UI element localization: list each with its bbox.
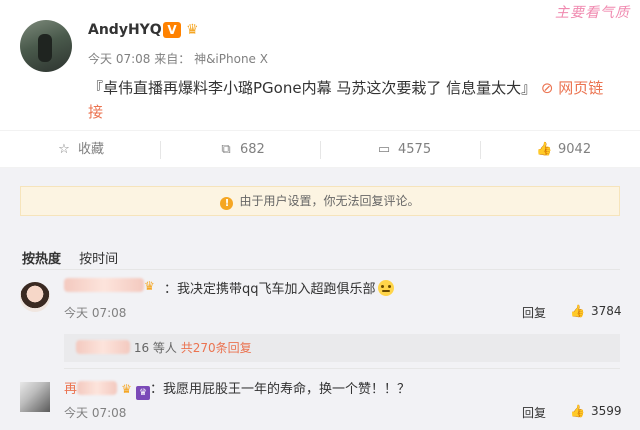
comment-like-count: 3784 — [590, 304, 622, 318]
divider — [64, 368, 620, 369]
commenter-name[interactable]: 再 ♛ ♛ — [64, 378, 151, 400]
notice-text: 由于用户设置，你无法回复评论。 — [239, 194, 420, 208]
repost-count: 682 — [240, 142, 265, 157]
reply-button[interactable]: 回复 — [522, 304, 546, 321]
crown-icon: ♛ — [186, 22, 199, 38]
commenter-avatar[interactable] — [20, 282, 50, 312]
reply-notice: ! 由于用户设置，你无法回复评论。 — [20, 186, 620, 216]
crown-icon: ♛ — [121, 382, 132, 396]
divider — [20, 269, 620, 270]
blurred-name — [64, 278, 144, 292]
commenter-name-prefix: 再 — [64, 382, 78, 397]
comment-text: ：我决定携带qq飞车加入超跑俱乐部 — [164, 278, 394, 297]
collect-button[interactable]: ☆ 收藏 — [56, 131, 104, 169]
post-actions-bar: ☆ 收藏 ⧉ 682 ▭ 4575 👍 9042 — [0, 130, 640, 173]
blurred-name — [76, 340, 130, 354]
comment-like-button[interactable]: 👍 3784 — [570, 304, 622, 318]
reply-button[interactable]: 回复 — [522, 404, 546, 421]
like-count: 9042 — [558, 142, 592, 157]
post-time[interactable]: 今天 07:08 — [88, 52, 150, 66]
commenter-avatar[interactable] — [20, 382, 50, 412]
author-avatar[interactable] — [20, 20, 72, 72]
watermark: 主要看气质 — [555, 5, 630, 21]
sort-tabs: 按热度 按时间 — [22, 248, 118, 267]
comment-button[interactable]: ▭ 4575 — [376, 131, 431, 169]
comment-icon: ▭ — [377, 142, 391, 157]
repost-button[interactable]: ⧉ 682 — [218, 131, 265, 169]
star-icon: ☆ — [58, 142, 70, 157]
author-name[interactable]: AndyHYQ — [88, 22, 162, 38]
comment-time: 今天 07:08 — [64, 406, 127, 420]
comment-like-count: 3599 — [590, 404, 622, 418]
tab-sort-time[interactable]: 按时间 — [79, 252, 118, 267]
divider — [160, 141, 161, 159]
post-text: 『卓伟直播再爆料李小璐PGone内幕 马苏这次要栽了 信息量太大』 ⊘ 网页链接 — [88, 76, 618, 124]
sub-reply-users: 16 等人 — [133, 341, 177, 355]
comment-body: ：我决定携带qq飞车加入超跑俱乐部 — [164, 282, 376, 297]
comment-count: 4575 — [398, 142, 432, 157]
comment-like-button[interactable]: 👍 3599 — [570, 404, 622, 418]
weibo-post: AndyHYQ V ♛ 今天 07:08 来自： 神&iPhone X 『卓伟直… — [0, 0, 640, 130]
comment-section: ! 由于用户设置，你无法回复评论。 按热度 按时间 ♛ ：我决定携带qq飞车加入超… — [0, 168, 640, 430]
sub-replies-box[interactable]: 16 等人 共270条回复 — [64, 334, 620, 362]
vip-icon: ♛ — [136, 386, 151, 400]
verified-badge-icon: V — [163, 22, 181, 38]
warning-icon: ! — [220, 197, 234, 210]
collect-label: 收藏 — [78, 142, 105, 157]
divider — [320, 141, 321, 159]
post-body: 『卓伟直播再爆料李小璐PGone内幕 马苏这次要栽了 信息量太大』 — [88, 79, 537, 97]
sub-reply-total[interactable]: 共270条回复 — [181, 341, 252, 355]
post-source: 神&iPhone X — [194, 52, 268, 66]
post-meta: 今天 07:08 来自： 神&iPhone X — [88, 50, 268, 67]
blurred-name — [77, 381, 118, 395]
thumb-up-icon: 👍 — [570, 304, 585, 318]
like-button[interactable]: 👍 9042 — [536, 131, 591, 169]
from-label: 来自： — [154, 52, 191, 66]
commenter-name[interactable]: ♛ — [64, 278, 155, 294]
tab-sort-hot[interactable]: 按热度 — [22, 252, 61, 267]
repost-icon: ⧉ — [221, 142, 231, 157]
thumb-up-icon: 👍 — [570, 404, 585, 418]
thumb-up-icon: 👍 — [536, 142, 553, 157]
divider — [480, 141, 481, 159]
crown-icon: ♛ — [144, 279, 155, 293]
comment-time: 今天 07:08 — [64, 306, 127, 320]
emoji-icon — [377, 280, 394, 296]
comment-text: ：我愿用屁股王一年的寿命，换一个赞！！？ — [150, 382, 411, 397]
link-icon: ⊘ — [540, 79, 559, 97]
